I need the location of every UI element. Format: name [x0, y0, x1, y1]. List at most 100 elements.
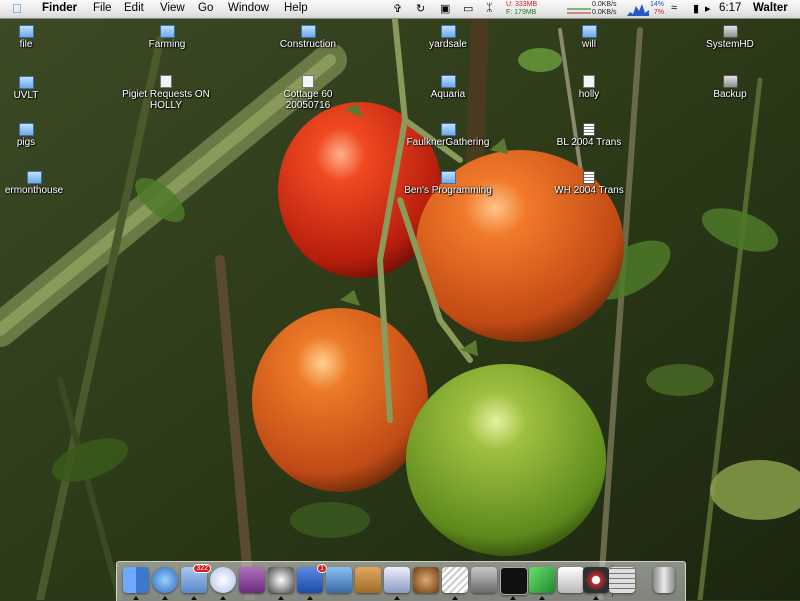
desktop-icon-label: Cottage 60 [283, 89, 333, 100]
desktop-icon-cottage[interactable]: Cottage 60 20050716 [260, 75, 356, 111]
notebook-icon[interactable] [239, 567, 265, 593]
desktop-icon-pigiet-requests[interactable]: Pigiet Requests ON HOLLY [118, 75, 214, 111]
memory-monitor[interactable]: U: 333MB F: 179MB [506, 1, 537, 17]
cpu-monitor[interactable]: 14% 7% [650, 1, 664, 17]
desktop-icon-uvlt[interactable]: UVLT [0, 76, 74, 101]
document-icon [302, 75, 314, 88]
desktop-icon-label: SystemHD [706, 39, 754, 50]
desktop-icon-label: ermonthouse [4, 185, 64, 196]
running-indicator [307, 596, 313, 600]
eye-app-icon[interactable] [583, 567, 609, 593]
desktop-icon-label: pigs [16, 137, 36, 148]
menu-edit[interactable]: Edit [124, 2, 144, 14]
speakable-icon[interactable]: ▣ [440, 2, 450, 15]
desktop-icon-construction[interactable]: Construction [260, 25, 356, 50]
menu-go[interactable]: Go [198, 2, 213, 14]
desktop-icon-label-line2: 20050716 [285, 100, 331, 111]
running-indicator [593, 596, 599, 600]
user-switcher[interactable]: Walter [753, 2, 788, 14]
address-book-icon[interactable] [355, 567, 381, 593]
script-editor-icon[interactable] [442, 567, 468, 593]
wifi-icon[interactable]: ≈ [671, 2, 677, 14]
cpu-system: 7% [653, 9, 664, 16]
menu-app-name[interactable]: Finder [42, 2, 77, 14]
desktop-icon-systemhd[interactable]: SystemHD [682, 25, 778, 50]
network-in: 0.0KB/s [592, 1, 617, 8]
desktop-icon-yardsale[interactable]: yardsale [400, 25, 496, 50]
desktop-icon-bens-programming[interactable]: Ben's Programming [400, 171, 496, 196]
network-out: 0.0KB/s [592, 9, 617, 16]
folder-icon [300, 25, 316, 38]
hard-disk-icon [722, 75, 738, 88]
network-monitor[interactable]: 0.0KB/s 0.0KB/s [592, 1, 617, 17]
running-indicator [510, 596, 516, 600]
ical-icon[interactable]: 1 [297, 564, 327, 593]
desktop-icon-pigs[interactable]: pigs [0, 123, 74, 148]
desktop-icon-wh-2004-trans[interactable]: WH 2004 Trans [541, 171, 637, 196]
desktop-icon-file[interactable]: file [0, 25, 74, 50]
adium-icon[interactable] [268, 567, 294, 593]
running-indicator [133, 596, 139, 600]
network-tool-icon[interactable] [558, 567, 584, 593]
desktop-icon-faulknergathering[interactable]: FaulknerGathering [400, 123, 496, 148]
running-indicator [220, 596, 226, 600]
apple-menu-icon[interactable]:  [12, 1, 22, 16]
document-icon [160, 75, 172, 88]
script-icon[interactable]: ✞ [393, 2, 402, 15]
desktop-icon-backup[interactable]: Backup [682, 75, 778, 100]
menu-window[interactable]: Window [228, 2, 269, 14]
running-indicator [452, 596, 458, 600]
battery-icon[interactable]: ▮ [693, 2, 699, 15]
volume-icon[interactable]: ▸ [705, 2, 711, 15]
mail-client-icon[interactable] [384, 567, 410, 593]
desktop-icon-label: file [19, 39, 33, 50]
desktop-icon-farming[interactable]: Farming [119, 25, 215, 50]
itunes-icon[interactable] [210, 567, 236, 593]
iphoto-icon[interactable] [326, 567, 352, 593]
running-indicator [191, 596, 197, 600]
folder-icon [159, 25, 175, 38]
desktop-icon-label: Backup [713, 89, 747, 100]
desktop-icon-will[interactable]: will [541, 25, 637, 50]
sync-icon[interactable]: ↻ [416, 2, 425, 15]
folder-icon [581, 25, 597, 38]
desktop-icon-aquaria[interactable]: Aquaria [400, 75, 496, 100]
finder-icon[interactable] [123, 567, 149, 593]
desktop-icon-label: WH 2004 Trans [554, 185, 624, 196]
bluetooth-icon[interactable]: ᛯ [486, 2, 493, 14]
menu-view[interactable]: View [160, 2, 185, 14]
desktop-icon-bl-2004-trans[interactable]: BL 2004 Trans [541, 123, 637, 148]
memory-free: F: 179MB [506, 9, 537, 16]
desktop-icon-ermonthouse[interactable]: ermonthouse [0, 171, 82, 196]
running-indicator [162, 596, 168, 600]
menu-clock[interactable]: 6:17 [719, 2, 741, 14]
desktop-icon-label: UVLT [13, 90, 39, 101]
desktop-icon-label: FaulknerGathering [406, 137, 490, 148]
cpu-graph-icon [627, 4, 649, 16]
spreadsheet-icon [583, 171, 595, 184]
cube-app-icon[interactable] [529, 567, 555, 593]
display-icon[interactable]: ▭ [463, 2, 473, 15]
document-icon [583, 75, 595, 88]
folder-icon [440, 25, 456, 38]
folder-icon [440, 75, 456, 88]
security-icon[interactable] [471, 567, 497, 593]
trash-icon[interactable] [653, 567, 675, 593]
desktop-icon-label: BL 2004 Trans [556, 137, 622, 148]
terminal-icon[interactable] [500, 567, 528, 595]
mail-icon[interactable]: 322 [181, 564, 211, 593]
network-graph-icon [567, 8, 591, 14]
bug-app-icon[interactable] [413, 567, 439, 593]
cpu-user: 14% [650, 1, 665, 8]
folder-icon [440, 123, 456, 136]
calculator-icon[interactable] [609, 567, 635, 593]
folder-icon [440, 171, 456, 184]
menu-help[interactable]: Help [284, 2, 308, 14]
menu-file[interactable]: File [93, 2, 112, 14]
desktop-icon-holly[interactable]: holly [541, 75, 637, 100]
desktop-icon-label: holly [578, 89, 600, 100]
dock: 322 1 [116, 561, 686, 601]
folder-icon [26, 171, 42, 184]
safari-icon[interactable] [152, 567, 178, 593]
memory-used: U: 333MB [506, 1, 538, 8]
